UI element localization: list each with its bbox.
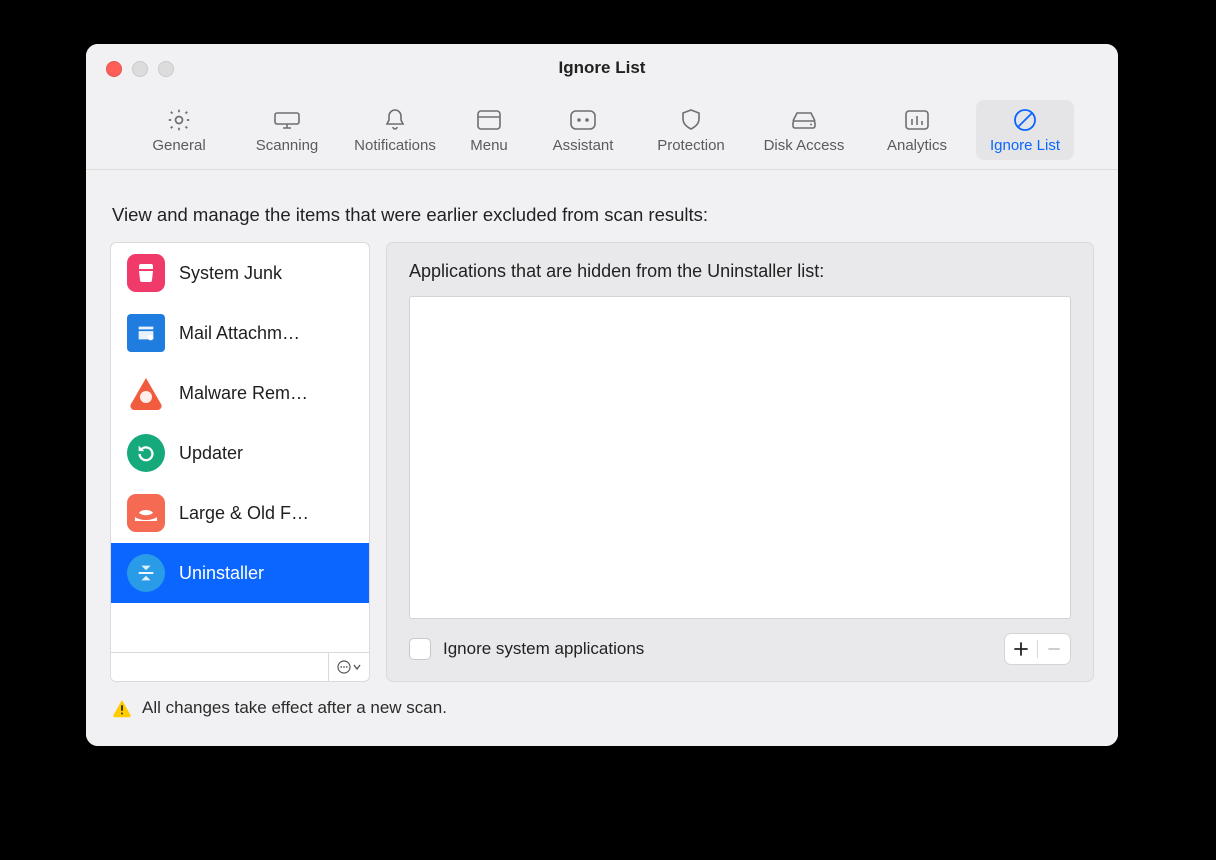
tab-label: Protection	[657, 137, 725, 154]
monitor-icon	[272, 107, 302, 133]
panel-icon	[474, 107, 504, 133]
preferences-window: Ignore List General	[86, 44, 1118, 746]
ellipsis-icon	[337, 660, 351, 674]
tab-protection[interactable]: Protection	[642, 100, 740, 160]
large-files-icon	[127, 494, 165, 532]
category-label: Large & Old F…	[179, 503, 309, 524]
category-item-uninstaller[interactable]: Uninstaller	[111, 543, 369, 603]
malware-icon	[127, 374, 165, 412]
category-item-mail-attachments[interactable]: Mail Attachm…	[111, 303, 369, 363]
tab-label: Scanning	[256, 137, 319, 154]
titlebar: Ignore List	[86, 44, 1118, 91]
sidebar-footer	[111, 652, 369, 681]
remove-button[interactable]	[1038, 634, 1070, 664]
uninstaller-icon	[127, 554, 165, 592]
tab-label: Ignore List	[990, 137, 1060, 154]
tab-ignore-list[interactable]: Ignore List	[976, 100, 1074, 160]
checkbox-label: Ignore system applications	[443, 639, 644, 659]
window-title: Ignore List	[559, 58, 646, 78]
category-item-malware-removal[interactable]: Malware Rem…	[111, 363, 369, 423]
tab-notifications[interactable]: Notifications	[346, 100, 444, 160]
category-list: System Junk Mail Attachm…	[111, 243, 369, 652]
footer-note-text: All changes take effect after a new scan…	[142, 698, 447, 718]
tab-general[interactable]: General	[130, 100, 228, 160]
category-sidebar: System Junk Mail Attachm…	[110, 242, 370, 682]
footer-note: All changes take effect after a new scan…	[110, 682, 1094, 736]
system-junk-icon	[127, 254, 165, 292]
close-window-button[interactable]	[106, 61, 122, 77]
tab-label: Assistant	[553, 137, 614, 154]
plus-icon	[1013, 641, 1029, 657]
tab-label: Notifications	[354, 137, 436, 154]
tab-assistant[interactable]: Assistant	[534, 100, 632, 160]
ignore-system-apps-toggle[interactable]: Ignore system applications	[409, 638, 644, 660]
tab-label: General	[152, 137, 205, 154]
tab-analytics[interactable]: Analytics	[868, 100, 966, 160]
add-button[interactable]	[1005, 634, 1037, 664]
face-icon	[568, 107, 598, 133]
warning-icon	[112, 698, 132, 718]
gear-icon	[164, 107, 194, 133]
sidebar-more-button[interactable]	[328, 653, 369, 681]
shield-icon	[676, 107, 706, 133]
category-label: System Junk	[179, 263, 282, 284]
minus-icon	[1046, 641, 1062, 657]
checkbox-icon	[409, 638, 431, 660]
window-controls	[106, 61, 174, 77]
chevron-down-icon	[353, 663, 361, 671]
category-label: Mail Attachm…	[179, 323, 300, 344]
updater-icon	[127, 434, 165, 472]
bell-icon	[380, 107, 410, 133]
tab-disk-access[interactable]: Disk Access	[750, 100, 858, 160]
tab-menu[interactable]: Menu	[454, 100, 524, 160]
detail-pane: Applications that are hidden from the Un…	[386, 242, 1094, 682]
category-item-system-junk[interactable]: System Junk	[111, 243, 369, 303]
forbid-icon	[1010, 107, 1040, 133]
mail-attachments-icon	[127, 314, 165, 352]
tab-label: Analytics	[887, 137, 947, 154]
content-area: View and manage the items that were earl…	[86, 170, 1118, 746]
zoom-window-button[interactable]	[158, 61, 174, 77]
tab-label: Menu	[470, 137, 508, 154]
sidebar-filter-input[interactable]	[111, 653, 328, 681]
tab-label: Disk Access	[764, 137, 845, 154]
preferences-toolbar: General Scanning Notif	[86, 91, 1118, 170]
tab-scanning[interactable]: Scanning	[238, 100, 336, 160]
detail-heading: Applications that are hidden from the Un…	[409, 261, 1071, 282]
disk-icon	[789, 107, 819, 133]
page-heading: View and manage the items that were earl…	[112, 204, 1090, 226]
minimize-window-button[interactable]	[132, 61, 148, 77]
category-item-updater[interactable]: Updater	[111, 423, 369, 483]
category-label: Updater	[179, 443, 243, 464]
category-label: Malware Rem…	[179, 383, 308, 404]
add-remove-controls	[1004, 633, 1071, 665]
ignored-apps-list[interactable]	[409, 296, 1071, 619]
bars-icon	[902, 107, 932, 133]
detail-footer: Ignore system applications	[409, 619, 1071, 665]
category-item-large-old-files[interactable]: Large & Old F…	[111, 483, 369, 543]
category-label: Uninstaller	[179, 563, 264, 584]
